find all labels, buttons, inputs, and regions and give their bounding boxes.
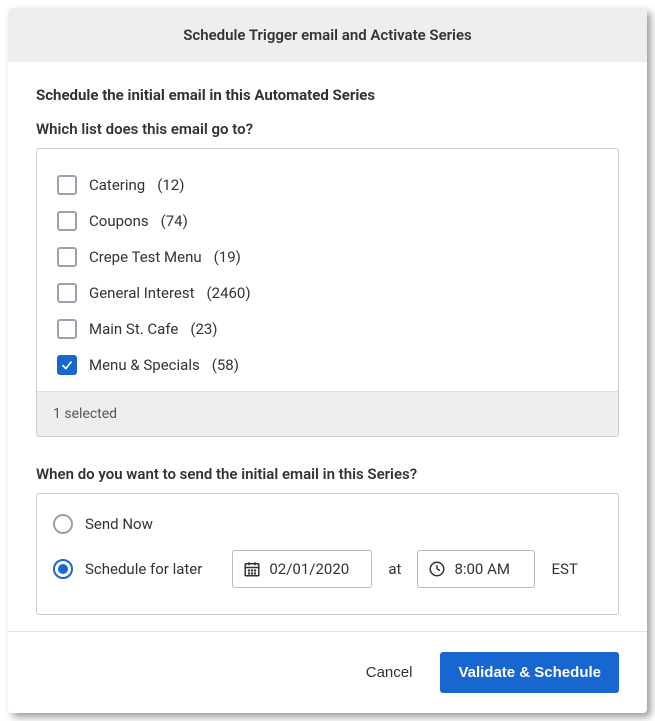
time-value: 8:00 AM xyxy=(454,560,510,578)
list-item-count: (74) xyxy=(161,212,188,230)
cancel-button[interactable]: Cancel xyxy=(362,656,417,689)
modal-header: Schedule Trigger email and Activate Seri… xyxy=(8,8,647,62)
send-now-label: Send Now xyxy=(85,515,153,533)
list-item-name: General Interest xyxy=(89,284,195,302)
schedule-later-label: Schedule for later xyxy=(85,560,202,578)
send-options: Send Now Schedule for later 02/01/2020 a… xyxy=(36,493,619,615)
list-item-count: (19) xyxy=(214,248,241,266)
list-item-name: Coupons xyxy=(89,212,149,230)
list-item-name: Menu & Specials xyxy=(89,356,200,374)
timezone-label: EST xyxy=(551,560,577,578)
send-question: When do you want to send the initial ema… xyxy=(36,465,619,483)
calendar-icon xyxy=(243,560,261,578)
list-selector: Catering (12) Coupons (74) Crepe Test Menu (1… xyxy=(36,148,619,437)
radio-send-now[interactable] xyxy=(53,514,73,534)
modal-body: Schedule the initial email in this Autom… xyxy=(8,62,647,631)
date-value: 02/01/2020 xyxy=(269,560,349,578)
clock-icon xyxy=(428,560,446,578)
validate-schedule-button[interactable]: Validate & Schedule xyxy=(440,652,619,693)
list-item-name: Crepe Test Menu xyxy=(89,248,202,266)
time-input[interactable]: 8:00 AM xyxy=(417,550,535,588)
at-label: at xyxy=(388,560,401,578)
checkbox[interactable] xyxy=(57,355,77,375)
schedule-inputs: 02/01/2020 at 8:00 AM EST xyxy=(232,550,577,588)
list-item[interactable]: Menu & Specials (58) xyxy=(57,347,598,383)
list-item-name: Catering xyxy=(89,176,145,194)
list-item-count: (12) xyxy=(157,176,184,194)
checkbox[interactable] xyxy=(57,247,77,267)
list-item-count: (23) xyxy=(190,320,217,338)
schedule-modal: Schedule Trigger email and Activate Seri… xyxy=(8,8,647,713)
list-item-count: (58) xyxy=(212,356,239,374)
modal-footer: Cancel Validate & Schedule xyxy=(8,631,647,713)
list-item-count: (2460) xyxy=(207,284,251,302)
checkbox[interactable] xyxy=(57,283,77,303)
list-item[interactable]: General Interest (2460) xyxy=(57,275,598,311)
list-scroll[interactable]: Catering (12) Coupons (74) Crepe Test Menu (1… xyxy=(37,149,618,391)
list-footer: 1 selected xyxy=(37,391,618,436)
radio-schedule-later[interactable] xyxy=(53,559,73,579)
schedule-later-option[interactable]: Schedule for later 02/01/2020 at 8:00 AM… xyxy=(53,542,602,596)
list-item[interactable]: Catering (12) xyxy=(57,167,598,203)
section-title: Schedule the initial email in this Autom… xyxy=(36,86,619,104)
list-item[interactable]: Coupons (74) xyxy=(57,203,598,239)
checkbox[interactable] xyxy=(57,211,77,231)
send-now-option[interactable]: Send Now xyxy=(53,506,602,542)
checkbox[interactable] xyxy=(57,175,77,195)
date-input[interactable]: 02/01/2020 xyxy=(232,550,372,588)
checkbox[interactable] xyxy=(57,319,77,339)
list-item[interactable]: Main St. Cafe (23) xyxy=(57,311,598,347)
list-item[interactable]: Crepe Test Menu (19) xyxy=(57,239,598,275)
list-item-name: Main St. Cafe xyxy=(89,320,178,338)
list-question: Which list does this email go to? xyxy=(36,120,619,138)
modal-title: Schedule Trigger email and Activate Seri… xyxy=(183,26,472,44)
